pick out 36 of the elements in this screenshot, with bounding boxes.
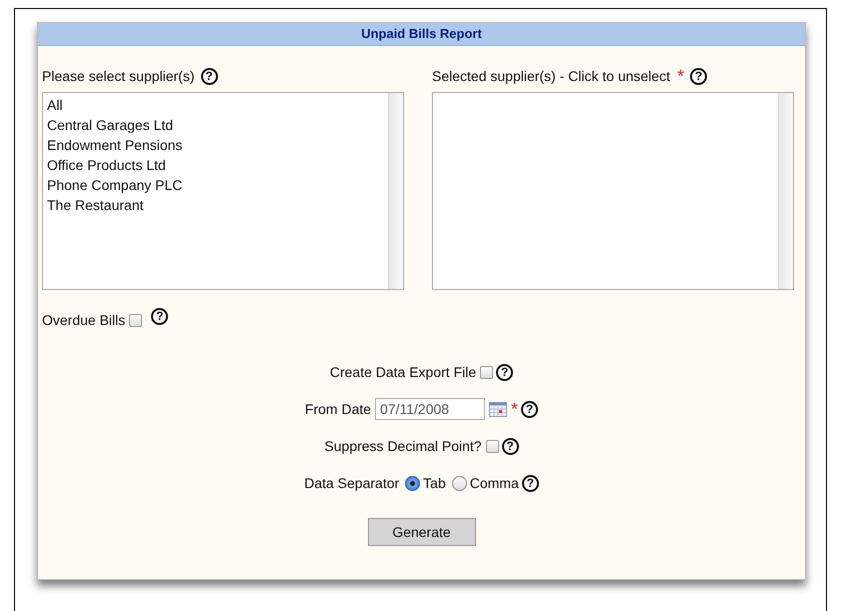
radio-label[interactable]: Comma [470, 475, 519, 491]
generate-button[interactable]: Generate [368, 518, 476, 546]
calendar-icon[interactable] [489, 401, 508, 417]
list-item[interactable]: Office Products Ltd [47, 155, 384, 175]
overdue-label: Overdue Bills [42, 312, 126, 328]
help-icon[interactable]: ? [522, 474, 539, 492]
scrollbar[interactable] [388, 93, 403, 289]
help-icon[interactable]: ? [151, 308, 168, 324]
list-label: Selected supplier(s) - Click to unselect [432, 68, 670, 84]
help-icon[interactable]: ? [200, 68, 218, 84]
supplier-list[interactable]: All Central Garages Ltd Endowment Pensions Office Products Ltd Phone Company PLC The Restaurant [42, 92, 404, 290]
list-item[interactable]: The Restaurant [47, 195, 384, 215]
help-icon[interactable]: ? [496, 364, 514, 380]
date-field[interactable]: 07/11/2008 [375, 398, 486, 420]
list-item[interactable]: All [47, 95, 384, 115]
radio-button[interactable] [452, 476, 467, 490]
checkbox[interactable] [480, 366, 494, 378]
required-asterisk: * [511, 402, 518, 416]
option-label: Create Data Export File [330, 364, 476, 380]
panel-title: Unpaid Bills Report [38, 23, 805, 46]
required-asterisk: * [677, 69, 684, 83]
option-label: Suppress Decimal Point? [324, 438, 482, 454]
date-label: From Date [304, 401, 372, 417]
list-item[interactable]: Phone Company PLC [47, 175, 384, 195]
help-icon[interactable]: ? [690, 68, 708, 84]
checkbox[interactable] [129, 314, 142, 326]
list-item[interactable]: Endowment Pensions [47, 135, 384, 155]
help-icon[interactable]: ? [502, 438, 519, 454]
separator-label: Data Separator [304, 475, 400, 491]
help-icon[interactable]: ? [521, 400, 538, 418]
checkbox[interactable] [486, 440, 499, 452]
list-label: Please select supplier(s) [42, 68, 195, 84]
radio-button[interactable] [405, 476, 420, 490]
radio-label[interactable]: Tab [423, 475, 446, 491]
scrollbar[interactable] [778, 93, 793, 289]
list-item[interactable]: Central Garages Ltd [47, 115, 384, 135]
